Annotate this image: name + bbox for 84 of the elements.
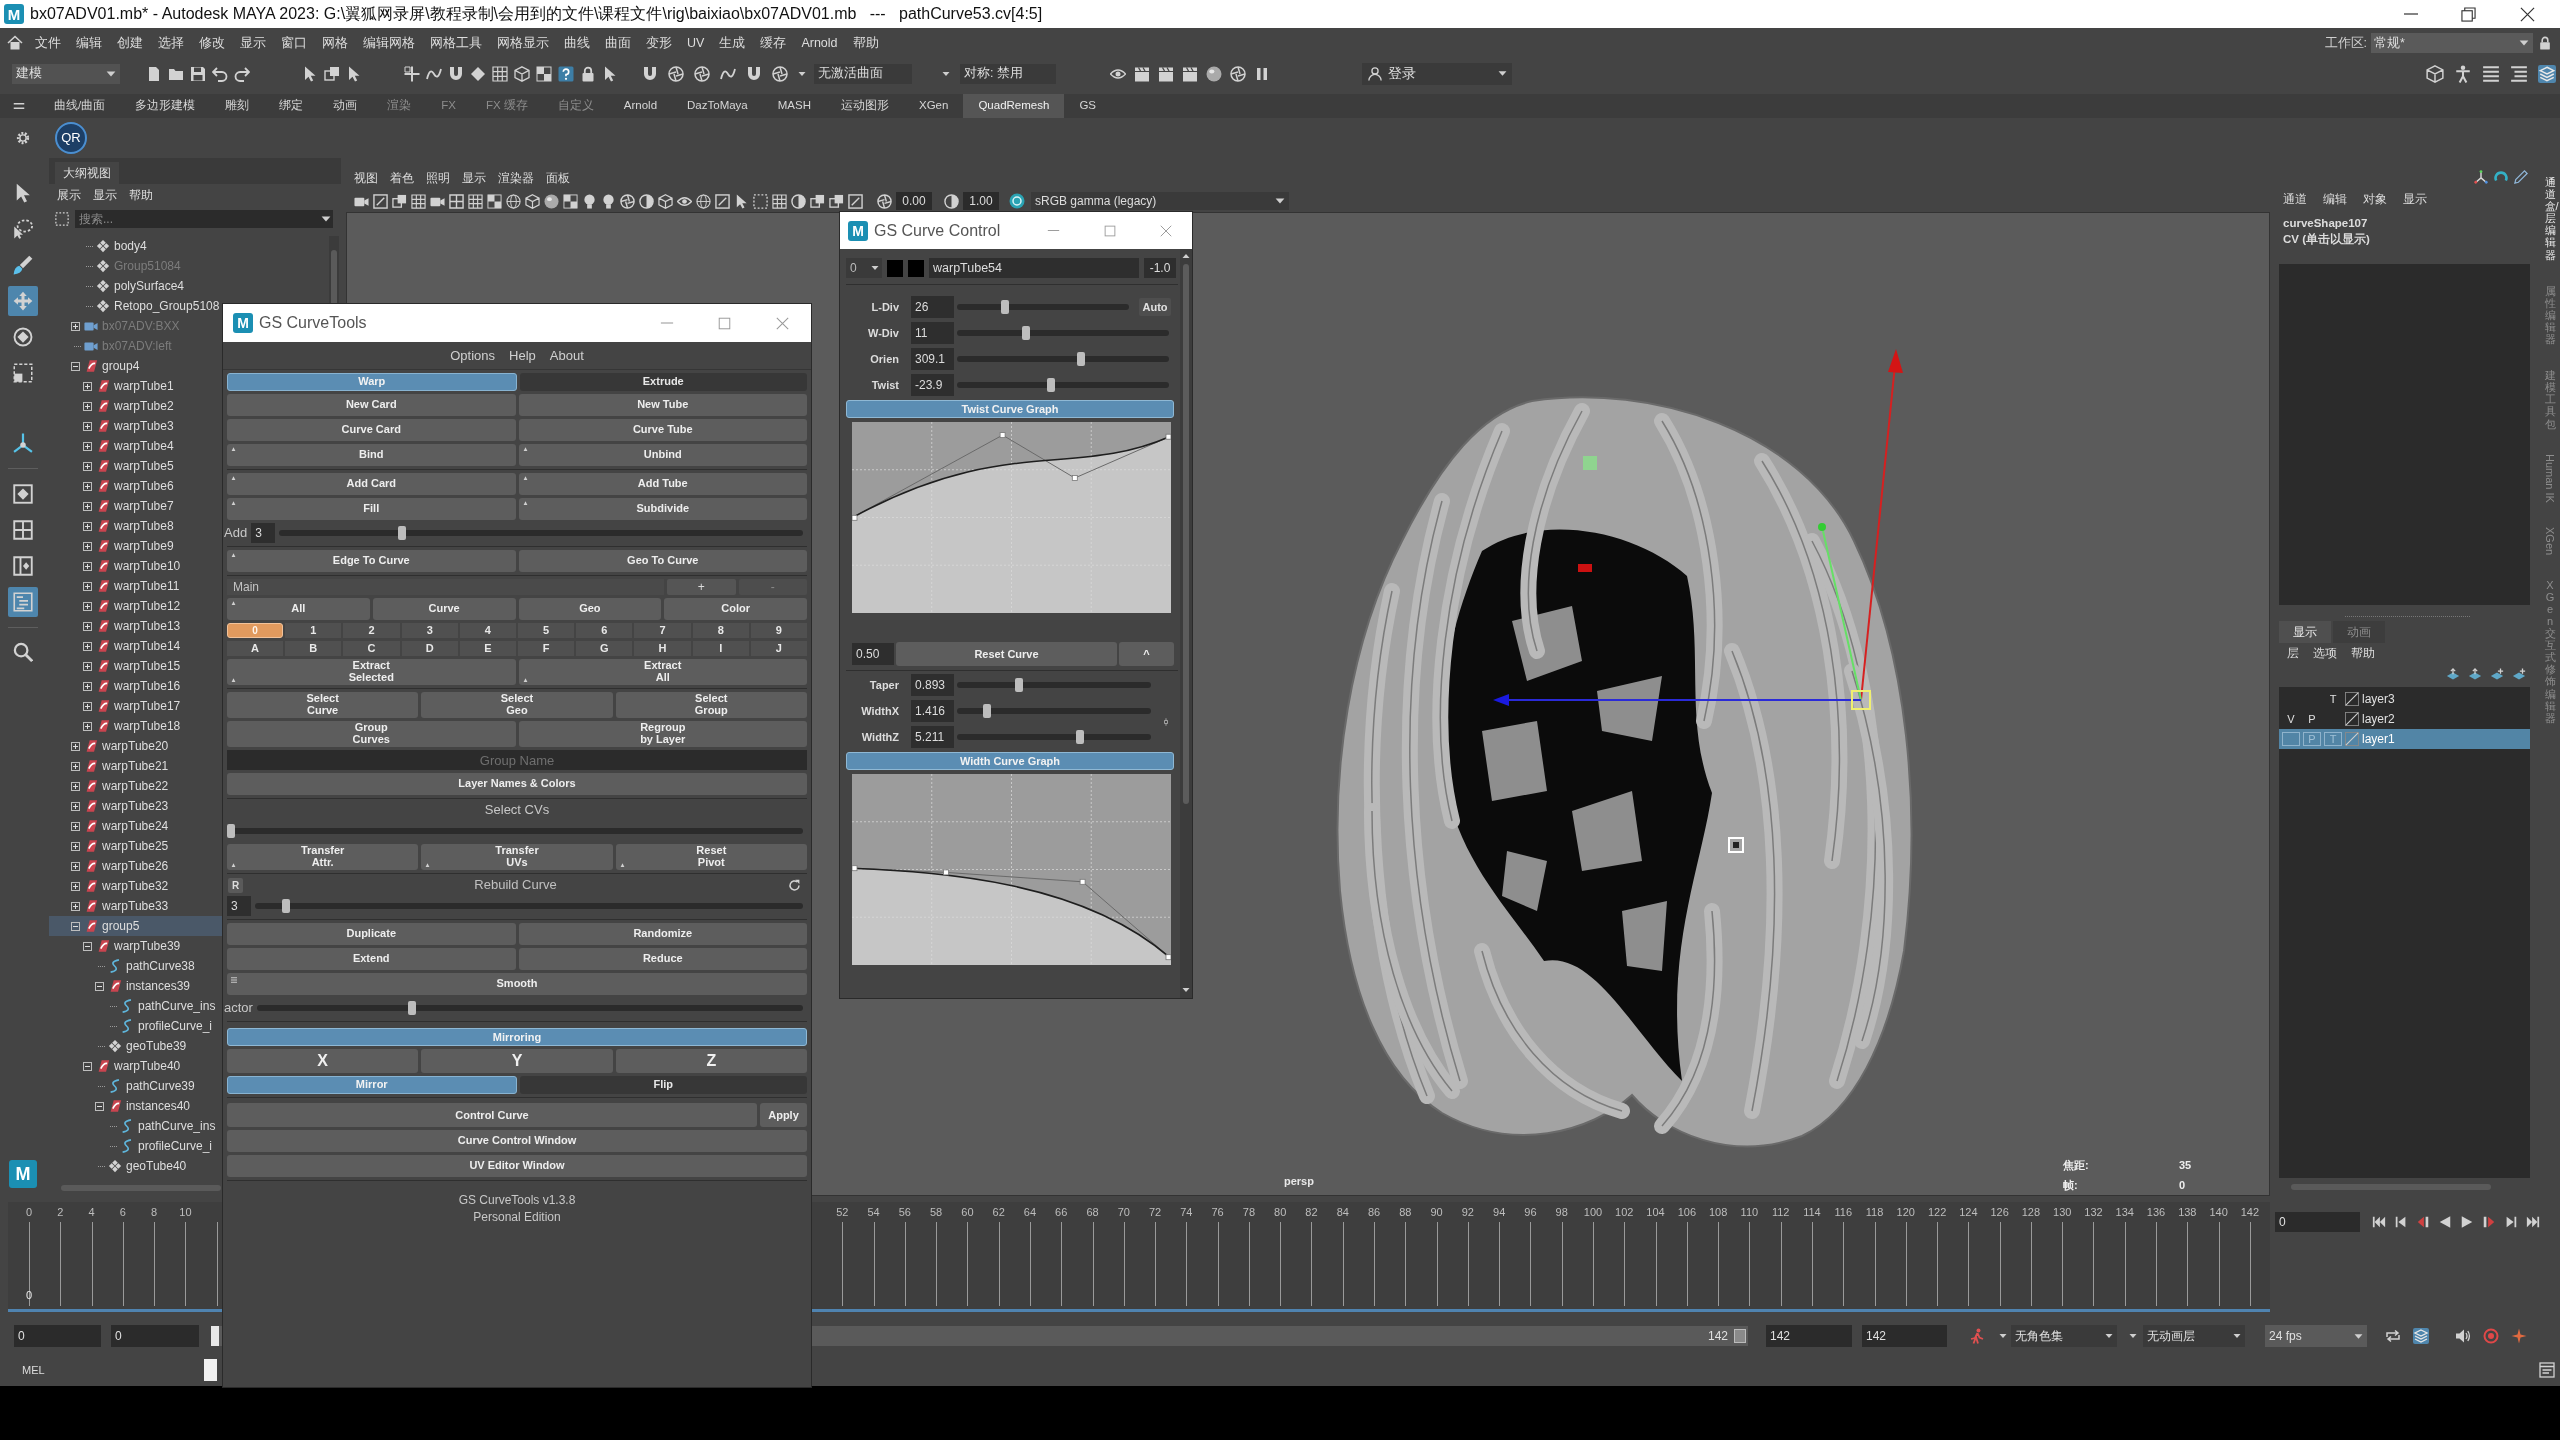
- frame-number: 72: [1148, 1205, 1162, 1220]
- frame-number: 124: [1959, 1205, 1978, 1220]
- frame-number: 140: [2209, 1205, 2228, 1220]
- frame-number: 60: [961, 1205, 974, 1220]
- frame-number: 118: [1865, 1205, 1884, 1220]
- frame-number: 128: [2021, 1205, 2041, 1220]
- frame-number: 58: [930, 1205, 943, 1220]
- frame-number: 82: [1305, 1205, 1318, 1220]
- frame-number: 92: [1461, 1205, 1474, 1220]
- frame-number: 84: [1336, 1205, 1349, 1220]
- frame-number: 68: [1086, 1205, 1099, 1220]
- parameter-label: L-Div: [870, 299, 899, 315]
- frame-number: 6: [119, 1205, 126, 1220]
- frame-number: 10: [179, 1205, 192, 1220]
- slider-label: actor: [224, 999, 253, 1018]
- frame-number: 80: [1274, 1205, 1287, 1220]
- frame-number: 106: [1677, 1205, 1696, 1220]
- frame-number: 142: [2240, 1205, 2260, 1220]
- frame-number: 70: [1117, 1205, 1130, 1220]
- hud-label: 帧:: [2063, 1177, 2079, 1193]
- frame-number: 0: [25, 1205, 33, 1220]
- app-logo: M: [848, 220, 868, 241]
- frame-number: 56: [898, 1205, 911, 1220]
- parameter-label: Taper: [868, 677, 899, 693]
- frame-number: 114: [1803, 1205, 1821, 1220]
- parameter-label: WidthX: [860, 703, 899, 719]
- frame-number: 4: [88, 1205, 95, 1220]
- window-title: GS Curve Control: [874, 220, 1001, 241]
- section-label: Rebuild Curve: [474, 876, 557, 895]
- window-title: bx07ADV01.mb* - Autodesk MAYA 2023: G:\翼狐网录屏\教程录制\会用到的文件\课程文件\rig\baixiao\bx07ADV01.mb --- pathCurve53.cv[4:5]: [30, 4, 1043, 24]
- parameter-label: Orien: [869, 351, 899, 367]
- frame-number: 94: [1493, 1205, 1506, 1220]
- current-frame: 0: [25, 1286, 33, 1303]
- layer-name: layer3: [2362, 691, 2395, 708]
- frame-number: 78: [1242, 1205, 1256, 1220]
- hud-label: 焦距:: [2063, 1157, 2090, 1173]
- frame-number: 8: [151, 1205, 158, 1220]
- frame-number: 110: [1740, 1205, 1759, 1220]
- frame-number: 74: [1180, 1205, 1193, 1220]
- slider-label: Add: [224, 524, 248, 543]
- hud-value: 35: [2179, 1157, 2192, 1173]
- frame-number: 66: [1055, 1205, 1068, 1220]
- camera-name-label: persp: [1284, 1173, 1314, 1189]
- app-logo: M: [9, 1160, 37, 1188]
- workspace-label: 工作区:: [2324, 34, 2367, 52]
- frame-number: 112: [1771, 1205, 1790, 1220]
- frame-number: 108: [1708, 1205, 1728, 1220]
- component-label: CV (单击以显示): [2282, 232, 2371, 248]
- frame-number: 134: [2115, 1205, 2134, 1220]
- frame-number: 130: [2053, 1205, 2072, 1220]
- frame-number: 88: [1399, 1205, 1412, 1220]
- frame-number: 76: [1211, 1205, 1224, 1220]
- frame-number: 104: [1646, 1205, 1665, 1220]
- app-logo: M: [4, 4, 24, 24]
- app-logo: M: [233, 313, 253, 333]
- window-title: GS CurveTools: [259, 313, 367, 333]
- frame-number: 132: [2084, 1205, 2103, 1220]
- frame-number: 86: [1367, 1205, 1381, 1220]
- frame-number: 100: [1583, 1205, 1603, 1220]
- frame-number: 2: [57, 1205, 64, 1220]
- layer-name: layer1: [2362, 731, 2395, 748]
- frame-number: 120: [1896, 1205, 1915, 1220]
- edition-label: Personal Edition: [473, 1209, 561, 1225]
- frame-number: 54: [867, 1205, 880, 1220]
- range-end-label: 142: [1707, 1328, 1728, 1345]
- frame-number: 52: [836, 1205, 849, 1220]
- frame-number: 102: [1615, 1205, 1634, 1220]
- frame-number: 136: [2146, 1205, 2166, 1220]
- layer-name: layer2: [2362, 711, 2395, 728]
- section-label: Select CVs: [484, 801, 550, 820]
- parameter-label: WidthZ: [860, 729, 899, 745]
- frame-number: 98: [1555, 1205, 1568, 1220]
- frame-number: 62: [992, 1205, 1005, 1220]
- hud-value: 0: [2179, 1177, 2186, 1193]
- frame-number: 90: [1430, 1205, 1443, 1220]
- frame-number: 122: [1927, 1205, 1947, 1220]
- frame-number: 126: [1990, 1205, 2009, 1220]
- frame-number: 96: [1524, 1205, 1537, 1220]
- frame-number: 116: [1834, 1205, 1852, 1220]
- object-name: curveShape107: [2282, 216, 2369, 232]
- parameter-label: Twist: [870, 377, 899, 393]
- parameter-label: W-Div: [867, 325, 899, 341]
- frame-number: 64: [1023, 1205, 1037, 1220]
- frame-number: 138: [2178, 1205, 2197, 1220]
